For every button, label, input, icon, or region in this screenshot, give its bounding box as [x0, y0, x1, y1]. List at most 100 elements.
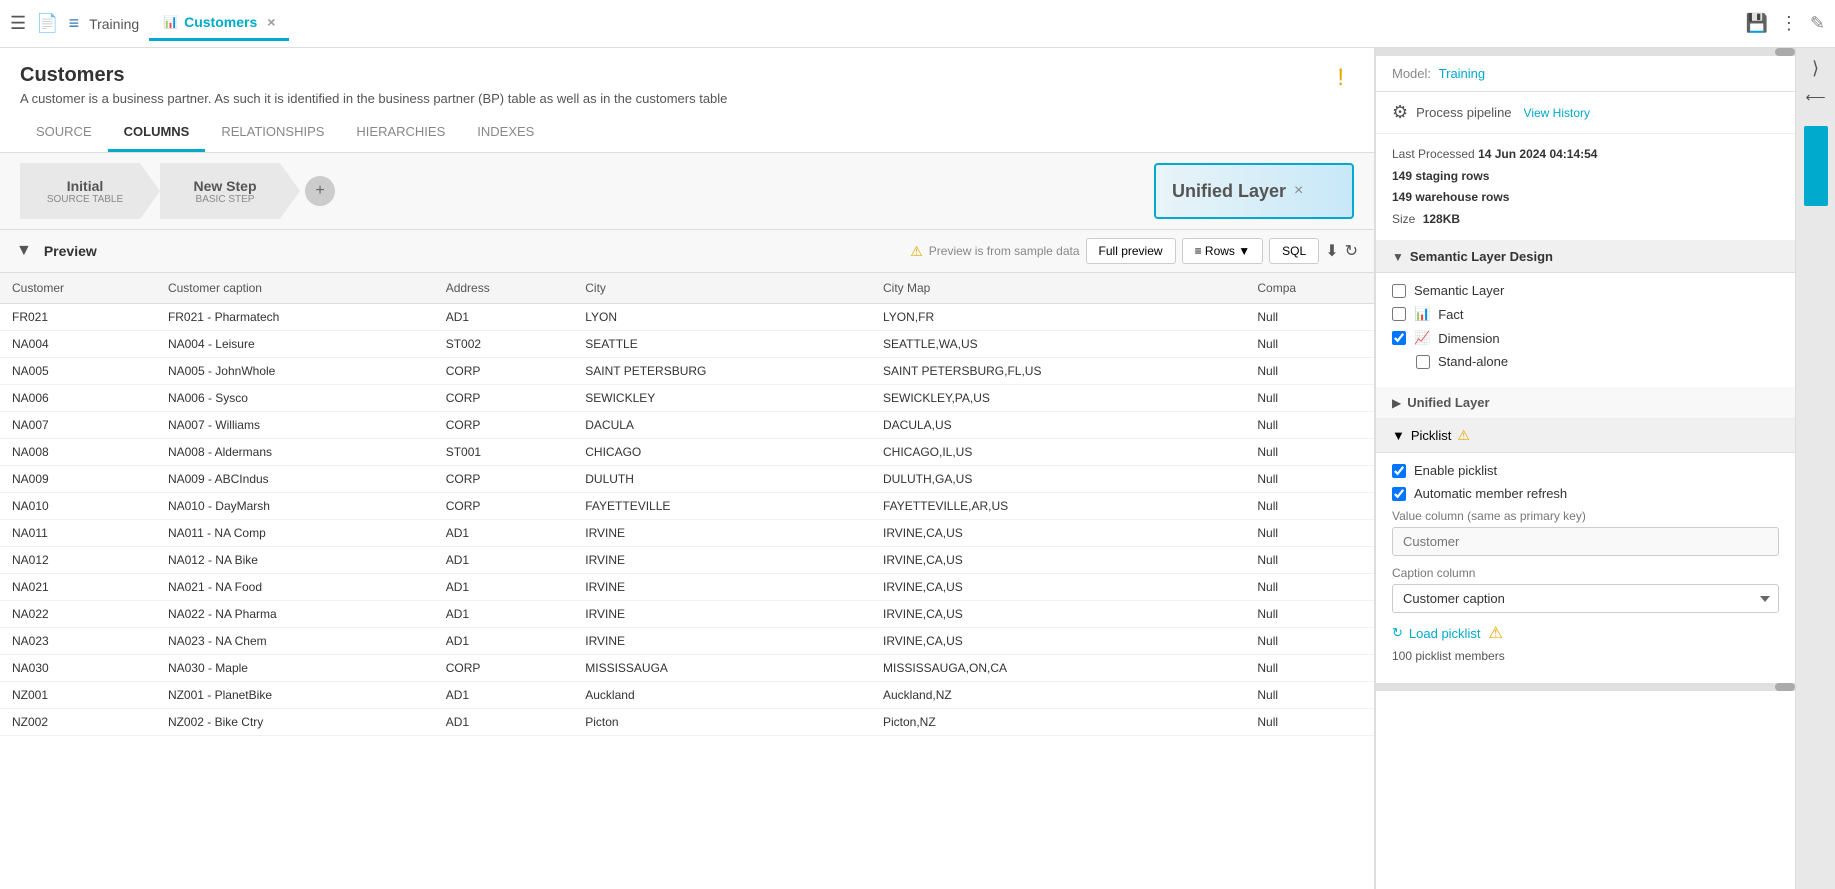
unified-layer-section-label: Unified Layer [1407, 395, 1489, 410]
unified-layer-toggle-icon: ▶ [1392, 396, 1401, 410]
more-options-icon[interactable]: ⋮ [1780, 13, 1798, 34]
right-panel-scrollbar-top[interactable] [1376, 48, 1795, 56]
process-pipeline-label: Process pipeline [1416, 105, 1511, 120]
dimension-icon: 📈 [1414, 330, 1430, 346]
save-icon[interactable]: 💾 [1745, 13, 1767, 34]
table-cell: SAINT PETERSBURG,FL,US [871, 358, 1245, 385]
table-row: NA005NA005 - JohnWholeCORP SAINT PETERSBU… [0, 358, 1374, 385]
refresh-icon[interactable]: ↻ [1345, 241, 1358, 261]
table-row: NZ002NZ002 - Bike CtryAD1PictonPicton,NZ… [0, 709, 1374, 736]
table-cell: IRVINE [573, 574, 871, 601]
value-column-input[interactable] [1392, 527, 1779, 556]
tab-columns[interactable]: COLUMNS [108, 114, 206, 152]
top-bar: ☰ 📄 ≡ Training 📊 Customers × 💾 ⋮ ✎ [0, 0, 1835, 48]
unified-layer-header[interactable]: ▶ Unified Layer [1376, 387, 1795, 419]
step-initial-title: Initial [67, 178, 104, 194]
layers-icon[interactable]: ≡ [69, 13, 80, 34]
dimension-label: Dimension [1438, 331, 1499, 346]
table-cell: NA011 [0, 520, 156, 547]
table-cell: Null [1245, 628, 1374, 655]
rows-button[interactable]: ≡ Rows ▼ [1182, 238, 1264, 264]
step-newstep-shape[interactable]: New Step BASIC STEP [160, 163, 300, 219]
table-cell: Null [1245, 439, 1374, 466]
table-cell: Null [1245, 412, 1374, 439]
new-doc-icon[interactable]: 📄 [36, 13, 58, 34]
semantic-layer-design-header[interactable]: ▼ Semantic Layer Design [1376, 241, 1795, 273]
menu-icon[interactable]: ☰ [10, 13, 26, 34]
table-cell: NA005 - JohnWhole [156, 358, 434, 385]
right-panel-scrollbar-bottom[interactable] [1376, 683, 1795, 691]
top-bar-left: ☰ 📄 ≡ Training 📊 Customers × [10, 6, 1735, 41]
preview-toggle-icon[interactable]: ▼ [16, 242, 32, 260]
model-value-link[interactable]: Training [1439, 66, 1485, 81]
table-cell: NA012 [0, 547, 156, 574]
table-cell: FR021 - Pharmatech [156, 304, 434, 331]
semantic-layer-row: Semantic Layer [1392, 283, 1779, 298]
table-cell: FAYETTEVILLE [573, 493, 871, 520]
table-cell: IRVINE,CA,US [871, 601, 1245, 628]
add-step-button[interactable]: + [305, 176, 335, 206]
table-cell: AD1 [434, 709, 574, 736]
table-cell: NA006 [0, 385, 156, 412]
picklist-warning-icon: ⚠ [1457, 427, 1470, 444]
tab-indexes[interactable]: INDEXES [461, 114, 550, 152]
table-cell: Picton [573, 709, 871, 736]
table-cell: Null [1245, 331, 1374, 358]
table-cell: Picton,NZ [871, 709, 1245, 736]
table-cell: SEWICKLEY [573, 385, 871, 412]
right-scroll-indicator[interactable] [1804, 126, 1828, 206]
table-cell: CORP [434, 358, 574, 385]
fact-label: Fact [1438, 307, 1463, 322]
table-cell: NA030 [0, 655, 156, 682]
semantic-layer-label: Semantic Layer [1414, 283, 1504, 298]
tab-close-icon[interactable]: × [267, 14, 275, 30]
dimension-checkbox[interactable] [1392, 331, 1406, 345]
table-cell: Null [1245, 385, 1374, 412]
unified-layer-step[interactable]: Unified Layer × [1154, 163, 1354, 219]
step-newstep-title: New Step [193, 178, 256, 194]
picklist-section-header[interactable]: ▼ Picklist ⚠ [1376, 419, 1795, 453]
table-cell: DULUTH [573, 466, 871, 493]
edit-icon[interactable]: ✎ [1810, 13, 1825, 34]
unified-layer-close-icon[interactable]: × [1294, 182, 1303, 200]
semantic-layer-checkbox[interactable] [1392, 284, 1406, 298]
enable-picklist-checkbox[interactable] [1392, 464, 1406, 478]
table-cell: Auckland,NZ [871, 682, 1245, 709]
table-cell: Null [1245, 520, 1374, 547]
table-cell: IRVINE [573, 520, 871, 547]
auto-refresh-checkbox[interactable] [1392, 487, 1406, 501]
table-cell: NA022 [0, 601, 156, 628]
table-cell: Null [1245, 358, 1374, 385]
table-row: NA007NA007 - WilliamsCORPDACULADACULA,US… [0, 412, 1374, 439]
table-cell: NZ002 [0, 709, 156, 736]
step-initial-shape[interactable]: Initial SOURCE TABLE [20, 163, 160, 219]
last-processed-date: 14 Jun 2024 04:14:54 [1478, 147, 1597, 161]
table-cell: NA008 [0, 439, 156, 466]
table-cell: CORP [434, 466, 574, 493]
table-cell: FAYETTEVILLE,AR,US [871, 493, 1245, 520]
tab-source[interactable]: SOURCE [20, 114, 108, 152]
table-cell: Null [1245, 709, 1374, 736]
collapse-left-icon[interactable]: ⟵ [1805, 89, 1825, 106]
table-cell: Null [1245, 493, 1374, 520]
expand-right-icon[interactable]: ⟩ [1812, 58, 1819, 79]
view-history-link[interactable]: View History [1524, 106, 1590, 120]
preview-table-wrapper[interactable]: Customer Customer caption Address City C… [0, 273, 1374, 889]
caption-column-select[interactable]: Customer caption Customer Address City [1392, 584, 1779, 613]
tab-hierarchies[interactable]: HIERARCHIES [340, 114, 461, 152]
table-cell: Null [1245, 655, 1374, 682]
load-picklist-button[interactable]: ↻ Load picklist [1392, 625, 1480, 641]
download-icon[interactable]: ⬇ [1325, 241, 1338, 261]
tab-relationships[interactable]: RELATIONSHIPS [205, 114, 340, 152]
customers-tab[interactable]: 📊 Customers × [149, 6, 289, 41]
table-cell: NA005 [0, 358, 156, 385]
sql-button[interactable]: SQL [1269, 238, 1319, 264]
picklist-count: 100 picklist members [1392, 649, 1779, 663]
standalone-checkbox[interactable] [1416, 355, 1430, 369]
full-preview-button[interactable]: Full preview [1086, 238, 1176, 264]
caption-column-group: Caption column Customer caption Customer… [1392, 566, 1779, 613]
fact-checkbox[interactable] [1392, 307, 1406, 321]
step-newstep-sub: BASIC STEP [196, 194, 255, 205]
picklist-toggle-icon: ▼ [1392, 428, 1405, 443]
table-cell: NA022 - NA Pharma [156, 601, 434, 628]
